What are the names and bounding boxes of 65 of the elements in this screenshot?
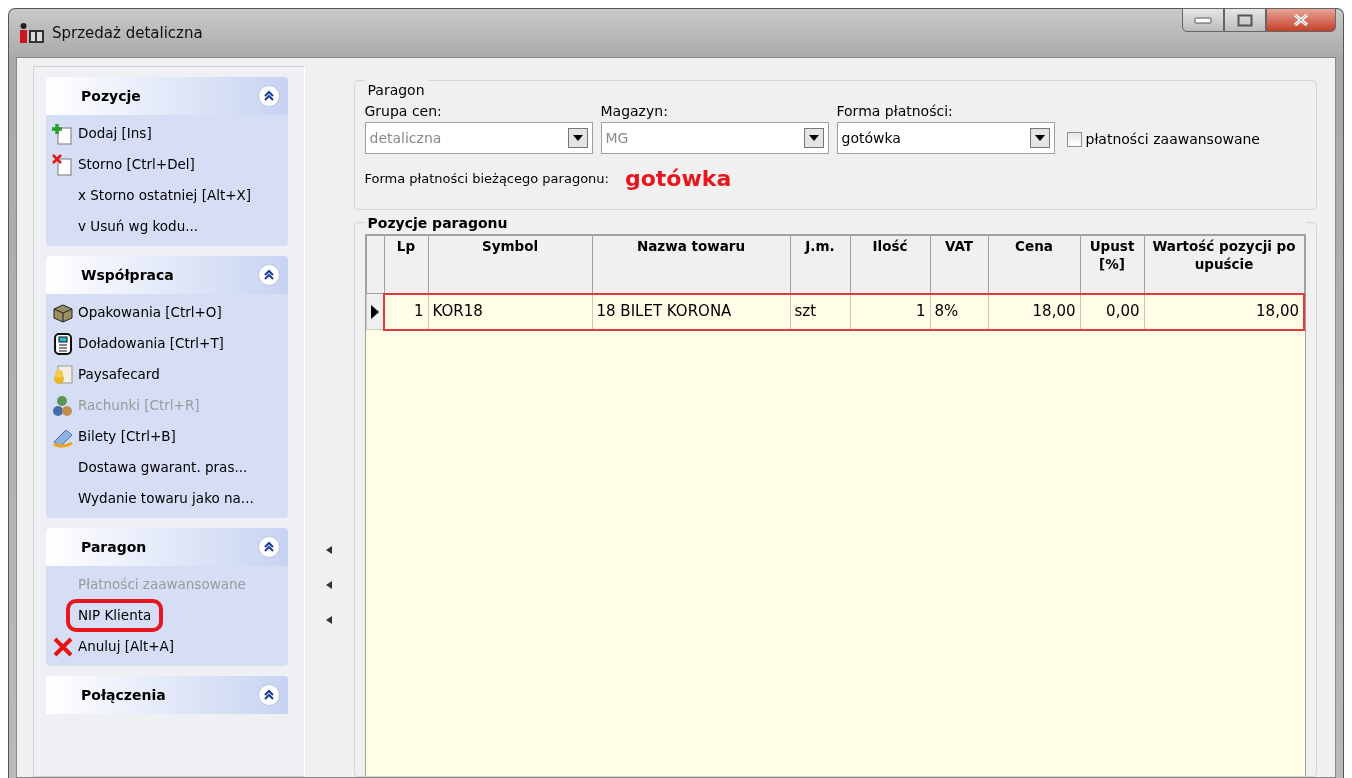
current-payment-value: gotówka: [624, 165, 732, 193]
minimize-button[interactable]: [1182, 8, 1224, 32]
checkbox-label: płatności zaawansowane: [1085, 130, 1260, 149]
task-link[interactable]: NIP Klienta: [66, 599, 164, 632]
collapse-chevron-icon[interactable]: [258, 684, 281, 706]
table-cell: 8%: [930, 293, 988, 330]
table-cell: 18,00: [1144, 293, 1304, 330]
task-link[interactable]: Anuluj [Alt+A]: [66, 630, 187, 663]
task-link[interactable]: Dodaj [Ins]: [66, 117, 164, 150]
column-header[interactable]: Cena: [988, 235, 1080, 294]
task-link[interactable]: Opakowania [Ctrl+O]: [66, 296, 234, 329]
table-cell: 1: [850, 293, 930, 330]
coins-icon: [52, 394, 74, 417]
column-header[interactable]: VAT: [930, 235, 988, 294]
close-button[interactable]: [1266, 8, 1336, 32]
column-header[interactable]: Upust [%]: [1080, 235, 1144, 294]
column-header[interactable]: Wartość pozycji po upuście: [1144, 235, 1304, 294]
task-link[interactable]: Paysafecard: [66, 358, 172, 391]
table-cell: 1: [384, 293, 428, 330]
column-header[interactable]: Symbol: [428, 235, 592, 294]
collapse-arrow-icon[interactable]: [326, 581, 333, 589]
current-payment-label: Forma płatności bieżącego paragonu:: [364, 169, 609, 188]
delete-document-icon: [52, 153, 74, 176]
collapse-arrow-icon[interactable]: [326, 546, 333, 554]
table-cell: KOR18: [428, 293, 592, 330]
task-link[interactable]: x Storno ostatniej [Alt+X]: [66, 179, 263, 212]
column-header[interactable]: Ilość: [850, 235, 930, 294]
document-with-coins-icon: [52, 363, 74, 386]
maximize-button[interactable]: [1224, 8, 1266, 32]
collapse-arrow-icon[interactable]: [326, 616, 333, 624]
group-title: Paragon: [364, 80, 428, 101]
task-link[interactable]: Doładowania [Ctrl+T]: [66, 327, 236, 360]
maximize-icon: [1237, 13, 1253, 27]
table-cell: szt: [790, 293, 850, 330]
close-icon: [1292, 13, 1310, 27]
dropdown-field[interactable]: gotówka: [836, 122, 1055, 154]
task-link[interactable]: Storno [Ctrl+Del]: [66, 148, 207, 181]
app-logo-icon: [18, 22, 46, 44]
task-group-title: Współpraca: [81, 265, 174, 285]
column-header[interactable]: J.m.: [790, 235, 850, 294]
table-cell: 0,00: [1080, 293, 1144, 330]
task-link[interactable]: Dostawa gwarant. pras...: [66, 451, 260, 484]
task-link[interactable]: Bilety [Ctrl+B]: [66, 420, 188, 453]
column-header[interactable]: Lp: [384, 235, 428, 294]
task-link[interactable]: Wydanie towaru jako na...: [66, 482, 266, 515]
field-label: Forma płatności:: [836, 102, 954, 121]
task-link[interactable]: v Usuń wg kodu...: [66, 210, 211, 243]
task-group-title: Paragon: [81, 537, 147, 557]
task-group-title: Połączenia: [81, 685, 166, 705]
column-header[interactable]: Nazwa towaru: [592, 235, 790, 294]
dropdown-caret-icon[interactable]: [1029, 128, 1050, 148]
cancel-icon: [52, 635, 74, 658]
add-document-icon: [52, 122, 74, 145]
phone-icon: [52, 332, 74, 355]
table-cell: 18 BILET KORONA: [592, 293, 790, 330]
table-cell: 18,00: [988, 293, 1080, 330]
collapse-chevron-icon[interactable]: [258, 264, 281, 286]
checkbox[interactable]: [1066, 132, 1082, 147]
collapse-chevron-icon[interactable]: [258, 536, 281, 558]
minimize-icon: [1194, 16, 1212, 24]
task-group-title: Pozycje: [81, 86, 141, 106]
window-title: Sprzedaż detaliczna: [52, 22, 203, 44]
field-label: Grupa cen:: [364, 102, 443, 121]
field-label: Magazyn:: [600, 102, 669, 121]
collapse-chevron-icon[interactable]: [258, 85, 281, 107]
